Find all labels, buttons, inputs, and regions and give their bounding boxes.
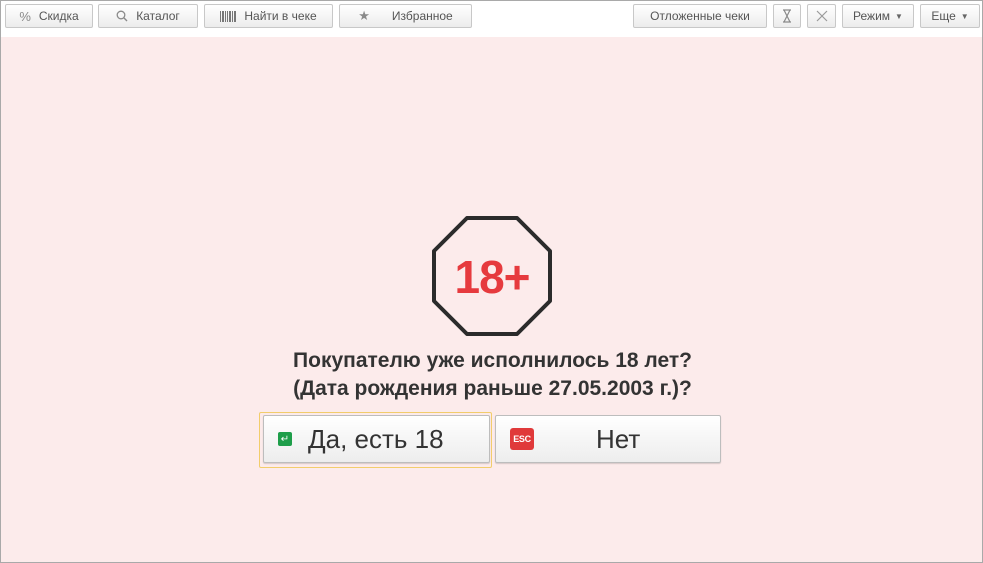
- hourglass-icon: [782, 9, 792, 23]
- hourglass-button[interactable]: [773, 4, 801, 28]
- app-window: % Скидка Каталог Найти в чеке ★ Избранно…: [0, 0, 983, 563]
- more-menu-button[interactable]: Еще ▼: [920, 4, 980, 28]
- mode-menu-button[interactable]: Режим ▼: [842, 4, 914, 28]
- age-question: Покупателю уже исполнилось 18 лет? (Дата…: [1, 347, 983, 403]
- age-restriction-badge: 18+: [432, 216, 552, 336]
- esc-key-icon: ESC: [510, 428, 534, 450]
- deferred-receipts-label: Отложенные чеки: [650, 9, 750, 23]
- enter-key-icon: ↵: [278, 432, 292, 446]
- yes-18-button[interactable]: ↵ Да, есть 18: [263, 415, 490, 463]
- search-icon: [116, 10, 128, 22]
- yes-label: Да, есть 18: [308, 423, 444, 454]
- favorites-label: Избранное: [391, 9, 453, 23]
- close-icon: [816, 10, 828, 22]
- catalog-button[interactable]: Каталог: [98, 4, 198, 28]
- chevron-down-icon: ▼: [960, 11, 969, 21]
- mode-label: Режим: [853, 9, 891, 23]
- discount-label: Скидка: [38, 9, 79, 23]
- discount-button[interactable]: % Скидка: [5, 4, 93, 28]
- chevron-down-icon: ▼: [895, 11, 903, 21]
- toolbar: % Скидка Каталог Найти в чеке ★ Избранно…: [1, 1, 982, 37]
- barcode-icon: [220, 10, 237, 22]
- star-icon: ★: [358, 8, 370, 23]
- question-line-1: Покупателю уже исполнилось 18 лет?: [293, 349, 692, 372]
- no-label: Нет: [596, 423, 641, 454]
- favorites-button[interactable]: ★ Избранное: [339, 4, 472, 28]
- no-button[interactable]: ESC Нет: [495, 415, 721, 463]
- catalog-label: Каталог: [136, 9, 180, 23]
- find-in-receipt-label: Найти в чеке: [244, 9, 317, 23]
- deferred-receipts-button[interactable]: Отложенные чеки: [633, 4, 767, 28]
- more-label: Еще: [931, 9, 956, 23]
- percent-icon: %: [19, 8, 31, 24]
- age-badge-text: 18+: [454, 251, 529, 303]
- find-in-receipt-button[interactable]: Найти в чеке: [204, 4, 333, 28]
- close-receipt-button[interactable]: [807, 4, 836, 28]
- question-line-2: (Дата рождения раньше 27.05.2003 г.)?: [293, 377, 692, 400]
